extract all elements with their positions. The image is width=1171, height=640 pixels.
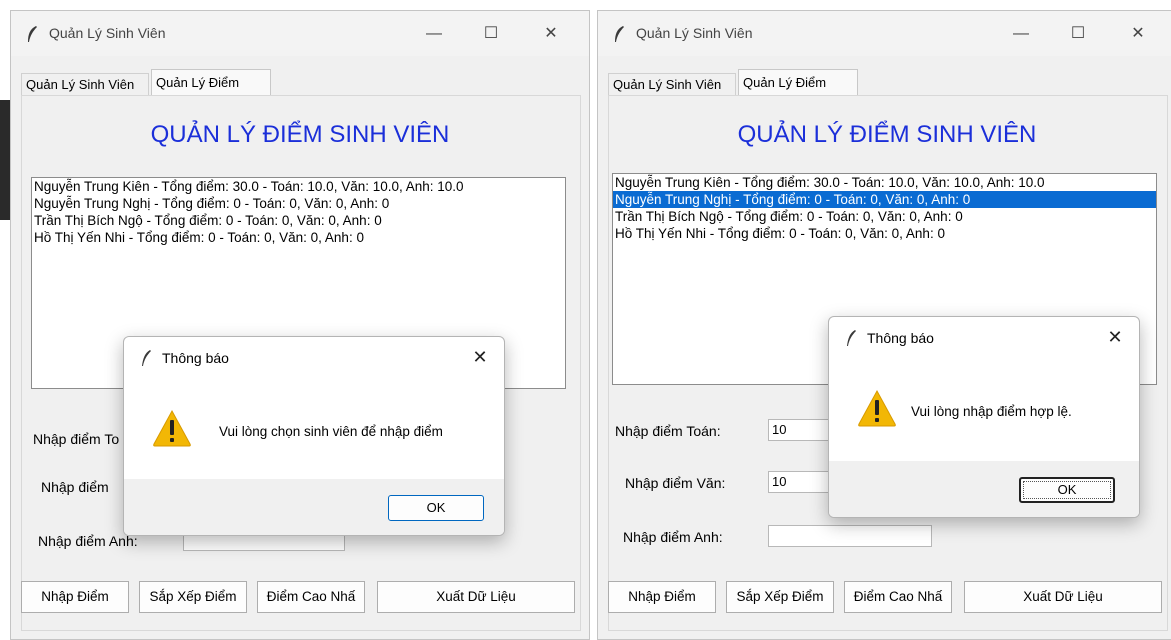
dialog-title: Thông báo bbox=[867, 330, 934, 346]
list-item[interactable]: Hồ Thị Yến Nhi - Tổng điểm: 0 - Toán: 0,… bbox=[32, 229, 565, 246]
page-heading: QUẢN LÝ ĐIỂM SINH VIÊN bbox=[737, 121, 1037, 148]
tab-grade-management[interactable]: Quản Lý Điểm bbox=[738, 69, 858, 95]
english-score-label: Nhập điểm Anh: bbox=[38, 533, 138, 549]
warning-icon bbox=[858, 389, 896, 427]
dialog-message: Vui lòng nhập điểm hợp lệ. bbox=[911, 404, 1072, 419]
tab-student-management[interactable]: Quản Lý Sinh Viên bbox=[608, 73, 736, 95]
ok-button[interactable]: OK bbox=[1019, 477, 1115, 503]
dialog-message: Vui lòng chọn sinh viên để nhập điểm bbox=[219, 424, 443, 439]
enter-grade-button[interactable]: Nhập Điểm bbox=[21, 581, 129, 613]
dialog-close-button[interactable]: ✕ bbox=[468, 345, 492, 369]
dialog-body: Vui lòng chọn sinh viên để nhập điểm bbox=[124, 377, 504, 479]
title-bar[interactable]: Quản Lý Sinh Viên — ☐ ✕ bbox=[11, 11, 589, 56]
dialog-close-button[interactable]: ✕ bbox=[1103, 325, 1127, 349]
export-data-button[interactable]: Xuất Dữ Liệu bbox=[377, 581, 575, 613]
tab-grade-management[interactable]: Quản Lý Điểm bbox=[151, 69, 271, 95]
english-score-input[interactable] bbox=[768, 525, 932, 547]
feather-icon bbox=[142, 350, 151, 366]
list-item[interactable]: Trần Thị Bích Ngộ - Tổng điểm: 0 - Toán:… bbox=[613, 208, 1156, 225]
feather-icon bbox=[847, 330, 856, 346]
enter-grade-button[interactable]: Nhập Điểm bbox=[608, 581, 716, 613]
literature-score-label: Nhập điểm Văn: bbox=[625, 475, 726, 491]
math-score-label: Nhập điểm To bbox=[33, 431, 120, 447]
list-item[interactable]: Hồ Thị Yến Nhi - Tổng điểm: 0 - Toán: 0,… bbox=[613, 225, 1156, 242]
close-button[interactable]: ✕ bbox=[1118, 21, 1158, 47]
export-data-button[interactable]: Xuất Dữ Liệu bbox=[964, 581, 1162, 613]
notification-dialog: Thông báo ✕ Vui lòng chọn sinh viên để n… bbox=[123, 336, 505, 536]
literature-score-label: Nhập điểm bbox=[41, 479, 109, 495]
close-button[interactable]: ✕ bbox=[531, 21, 571, 47]
warning-icon bbox=[153, 409, 191, 447]
minimize-button[interactable]: — bbox=[1001, 21, 1041, 47]
student-management-window: Quản Lý Sinh Viên — ☐ ✕ Quản Lý Sinh Viê… bbox=[10, 10, 590, 640]
math-score-label: Nhập điểm Toán: bbox=[615, 423, 721, 439]
window-title: Quản Lý Sinh Viên bbox=[636, 25, 753, 41]
list-item[interactable]: Nguyễn Trung Nghị - Tổng điểm: 0 - Toán:… bbox=[32, 195, 565, 212]
ok-button[interactable]: OK bbox=[388, 495, 484, 521]
dialog-footer: OK bbox=[124, 479, 504, 535]
list-item[interactable]: Nguyễn Trung Kiên - Tổng điểm: 30.0 - To… bbox=[613, 174, 1156, 191]
maximize-button[interactable]: ☐ bbox=[1058, 21, 1098, 47]
feather-icon bbox=[28, 26, 37, 42]
list-item[interactable]: Nguyễn Trung Kiên - Tổng điểm: 30.0 - To… bbox=[32, 178, 565, 195]
tab-student-management[interactable]: Quản Lý Sinh Viên bbox=[21, 73, 149, 95]
highest-grade-button[interactable]: Điểm Cao Nhấ bbox=[257, 581, 365, 613]
feather-icon bbox=[615, 26, 624, 42]
sort-grade-button[interactable]: Sắp Xếp Điểm bbox=[726, 581, 834, 613]
background-document-strip bbox=[0, 0, 1171, 8]
minimize-button[interactable]: — bbox=[414, 21, 454, 47]
notification-dialog: Thông báo ✕ Vui lòng nhập điểm hợp lệ. O… bbox=[828, 316, 1140, 518]
highest-grade-button[interactable]: Điểm Cao Nhấ bbox=[844, 581, 952, 613]
window-title: Quản Lý Sinh Viên bbox=[49, 25, 166, 41]
dialog-body: Vui lòng nhập điểm hợp lệ. bbox=[829, 357, 1139, 461]
maximize-button[interactable]: ☐ bbox=[471, 21, 511, 47]
list-item-selected[interactable]: Nguyễn Trung Nghị - Tổng điểm: 0 - Toán:… bbox=[613, 191, 1156, 208]
dialog-title: Thông báo bbox=[162, 350, 229, 366]
sort-grade-button[interactable]: Sắp Xếp Điểm bbox=[139, 581, 247, 613]
title-bar[interactable]: Quản Lý Sinh Viên — ☐ ✕ bbox=[598, 11, 1171, 56]
english-score-label: Nhập điểm Anh: bbox=[623, 529, 723, 545]
list-item[interactable]: Trần Thị Bích Ngộ - Tổng điểm: 0 - Toán:… bbox=[32, 212, 565, 229]
dialog-footer: OK bbox=[829, 461, 1139, 517]
page-heading: QUẢN LÝ ĐIỂM SINH VIÊN bbox=[150, 121, 450, 148]
